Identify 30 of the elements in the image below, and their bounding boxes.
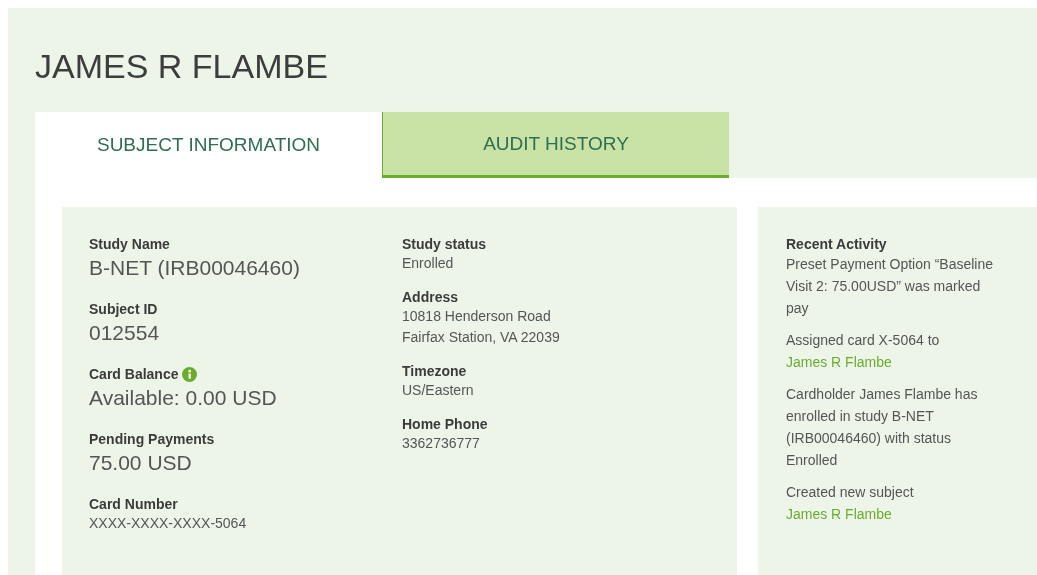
field-value: 75.00 USD (89, 450, 193, 476)
field-label: Home Phone (402, 415, 488, 433)
field-value: US/Eastern (402, 381, 475, 400)
field-value: 10818 Henderson Road (402, 307, 552, 326)
field-label: Study Name (89, 235, 170, 253)
field-label: Subject ID (89, 300, 158, 318)
tab[interactable]: AUDIT HISTORY (382, 112, 729, 178)
field-value: B-NET (IRB00046460) (89, 255, 301, 281)
field-value: XXXX-XXXX-XXXX-5064 (89, 514, 248, 533)
field-label: Card Balance (89, 365, 179, 383)
activity-entry: Cardholder James Flambe has enrolled in study B-NET (IRB00046460) with status Enrolled (786, 385, 979, 470)
activity-entry: Assigned card X-5064 to James R Flambe (786, 331, 941, 372)
page-title: JAMES R FLAMBE (35, 46, 329, 87)
field-value: 3362736777 (402, 434, 481, 453)
field-value: Fairfax Station, VA 22039 (402, 328, 560, 347)
info-icon[interactable] (182, 366, 198, 382)
field-value: Enrolled (402, 254, 455, 273)
field-label: Address (402, 288, 459, 306)
tab[interactable]: SUBJECT INFORMATION (35, 112, 382, 178)
activity-heading: Recent Activity (786, 235, 888, 253)
field-label: Study status (402, 235, 486, 253)
field-value: Available: 0.00 USD (89, 385, 278, 411)
subject-link[interactable]: James R Flambe (786, 506, 892, 522)
subject-link[interactable]: James R Flambe (786, 354, 892, 370)
activity-entry: Created new subject James R Flambe (786, 483, 915, 524)
field-value: 012554 (89, 320, 161, 346)
activity-entry: Preset Payment Option “Baseline Visit 2: 75.00USD” was marked pay (786, 255, 994, 318)
field-label: Pending Payments (89, 430, 215, 448)
field-label: Timezone (402, 362, 467, 380)
field-label: Card Number (89, 495, 178, 513)
